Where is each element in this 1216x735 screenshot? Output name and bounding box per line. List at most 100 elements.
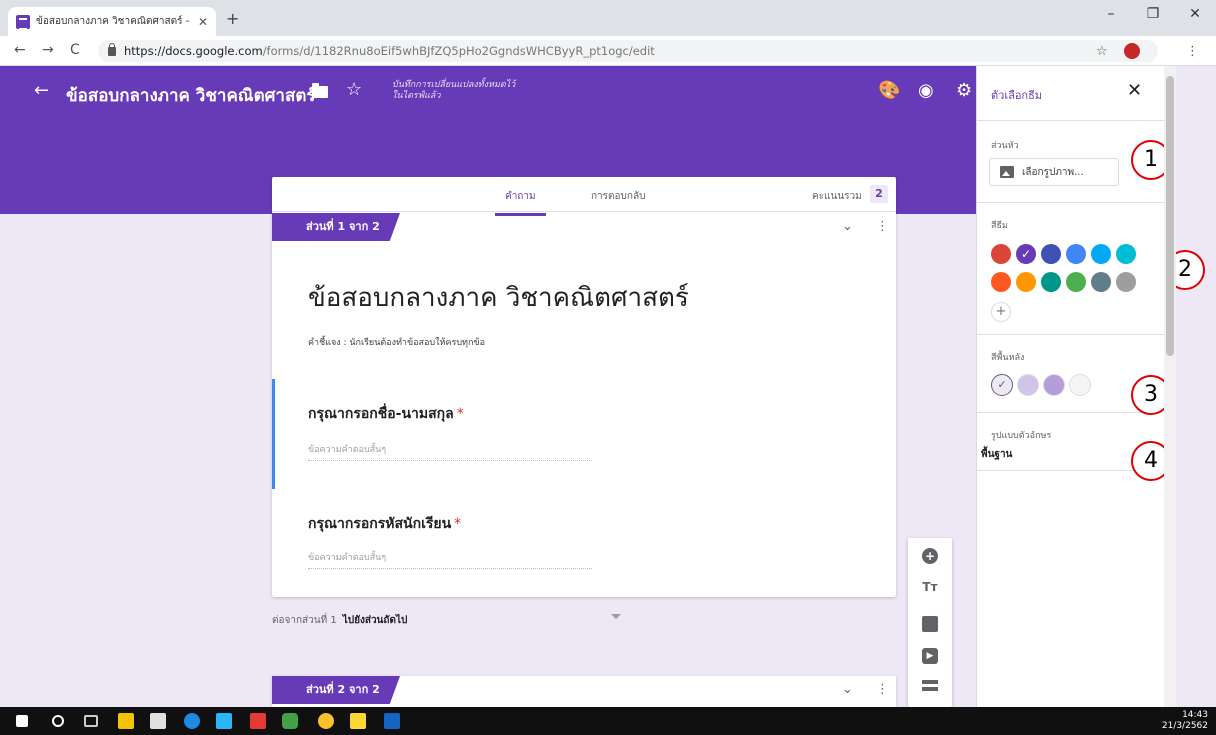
- folder-icon[interactable]: [312, 83, 328, 98]
- total-points-badge: 2: [870, 185, 888, 203]
- tab-responses[interactable]: การตอบกลับ: [591, 189, 645, 204]
- collapse-icon[interactable]: ⌄: [842, 682, 853, 697]
- restore-button[interactable]: ❐: [1138, 6, 1168, 22]
- add-section-icon[interactable]: [922, 680, 938, 691]
- dropdown-arrow-icon[interactable]: [611, 614, 621, 619]
- close-tab-icon[interactable]: ✕: [198, 15, 208, 29]
- close-icon[interactable]: ✕: [1127, 80, 1142, 101]
- form-title[interactable]: ข้อสอบกลางภาค วิชาคณิตศาสตร์: [308, 277, 689, 318]
- edge-icon[interactable]: [184, 713, 200, 729]
- back-icon[interactable]: ←: [34, 80, 49, 101]
- form-card: คำถาม การตอบกลับ คะแนนรวม 2 ส่วนที่ 1 จา…: [272, 177, 896, 597]
- store-icon[interactable]: [118, 713, 134, 729]
- add-question-icon[interactable]: +: [922, 548, 938, 564]
- star-icon[interactable]: ☆: [346, 79, 362, 100]
- total-points-label: คะแนนรวม: [812, 191, 862, 202]
- theme-color-label: สีธีม: [991, 221, 1008, 231]
- question-title[interactable]: กรุณากรอกชื่อ-นามสกุล *: [308, 403, 464, 425]
- theme-color-swatch[interactable]: [991, 244, 1011, 264]
- theme-color-swatch-selected[interactable]: ✓: [1016, 244, 1036, 264]
- system-clock[interactable]: 14:43 21/3/2562: [1162, 710, 1208, 732]
- url-field[interactable]: https://docs.google.com/forms/d/1182Rnu8…: [98, 40, 1158, 62]
- add-image-icon[interactable]: [922, 616, 938, 632]
- panel-title: ตัวเลือกธีม: [991, 89, 1043, 102]
- choose-image-button[interactable]: เลือกรูปภาพ...: [989, 158, 1119, 186]
- required-mark: *: [456, 406, 464, 422]
- question-title-text: กรุณากรอกชื่อ-นามสกุล: [308, 406, 454, 422]
- required-mark: *: [454, 516, 462, 532]
- add-video-icon[interactable]: ▶: [922, 648, 938, 664]
- minimize-button[interactable]: –: [1096, 6, 1126, 22]
- font-style-value[interactable]: พื้นฐาน: [981, 447, 1012, 462]
- explorer-icon[interactable]: [216, 713, 232, 729]
- browser-tab-title: ข้อสอบกลางภาค วิชาคณิตศาสตร์ - G: [36, 16, 192, 27]
- theme-color-swatch[interactable]: [991, 272, 1011, 292]
- background-swatch[interactable]: [1069, 374, 1091, 396]
- forward-arrow-icon[interactable]: →: [42, 42, 54, 58]
- short-answer-field: ข้อความคำตอบสั้นๆ: [308, 442, 592, 461]
- question-title[interactable]: กรุณากรอกรหัสนักเรียน *: [308, 513, 461, 535]
- background-swatch-selected[interactable]: ✓: [991, 374, 1013, 396]
- font-style-label: รูปแบบตัวอักษร: [991, 431, 1052, 441]
- app-icon[interactable]: [250, 713, 266, 729]
- add-title-icon[interactable]: Tт: [922, 580, 938, 596]
- theme-color-swatch[interactable]: [1041, 244, 1061, 264]
- close-window-button[interactable]: ✕: [1180, 6, 1210, 22]
- question-title-text: กรุณากรอกรหัสนักเรียน: [308, 516, 452, 532]
- search-icon[interactable]: [52, 715, 64, 727]
- page-scrollbar[interactable]: [1164, 66, 1176, 707]
- word-icon[interactable]: [384, 713, 400, 729]
- lock-icon: [108, 42, 116, 56]
- theme-color-swatch[interactable]: [1016, 272, 1036, 292]
- new-tab-button[interactable]: +: [226, 9, 239, 28]
- palette-icon[interactable]: 🎨: [878, 80, 900, 101]
- settings-gear-icon[interactable]: ⚙: [956, 80, 972, 101]
- theme-color-swatch[interactable]: [1041, 272, 1061, 292]
- section-2-card: ส่วนที่ 2 จาก 2 ⌄ ⋮: [272, 676, 896, 707]
- sticky-notes-icon[interactable]: [350, 713, 366, 729]
- url-path: /forms/d/1182Rnu8oEif5whBJfZQ5pHo2GgndsW…: [262, 44, 655, 58]
- task-view-icon[interactable]: [84, 715, 98, 727]
- theme-color-swatch[interactable]: [1116, 272, 1136, 292]
- reload-icon[interactable]: C: [70, 42, 80, 58]
- preview-eye-icon[interactable]: ◉: [918, 80, 934, 101]
- background-swatch[interactable]: [1017, 374, 1039, 396]
- browser-tab[interactable]: ข้อสอบกลางภาค วิชาคณิตศาสตร์ - G ✕: [8, 7, 216, 36]
- after-section-label: ต่อจากส่วนที่ 1: [272, 615, 337, 626]
- profile-avatar-icon[interactable]: [1124, 43, 1140, 59]
- collapse-icon[interactable]: ⌄: [842, 219, 853, 234]
- form-description[interactable]: คำชี้แจง : นักเรียนต้องทำข้อสอบให้ครบทุก…: [308, 335, 485, 349]
- mail-icon[interactable]: [150, 713, 166, 729]
- add-custom-color-button[interactable]: +: [991, 302, 1011, 322]
- background-swatch[interactable]: [1043, 374, 1065, 396]
- clock-date: 21/3/2562: [1161, 721, 1208, 731]
- browser-tab-bar: ข้อสอบกลางภาค วิชาคณิตศาสตร์ - G ✕ + – ❐…: [0, 0, 1216, 36]
- theme-color-swatch[interactable]: [1091, 272, 1111, 292]
- question-toolbar: + Tт ▶: [908, 538, 952, 707]
- section-more-icon[interactable]: ⋮: [876, 219, 889, 234]
- theme-color-swatch[interactable]: [1066, 272, 1086, 292]
- after-section-dropdown[interactable]: ไปยังส่วนถัดไป: [343, 615, 408, 626]
- line-icon[interactable]: [282, 713, 298, 729]
- back-arrow-icon[interactable]: ←: [14, 42, 26, 58]
- chrome-icon[interactable]: [318, 713, 334, 729]
- theme-color-swatch[interactable]: [1066, 244, 1086, 264]
- menu-dots-icon[interactable]: ⋮: [1186, 44, 1199, 59]
- scrollbar-thumb[interactable]: [1166, 76, 1174, 356]
- section-more-icon[interactable]: ⋮: [876, 682, 889, 697]
- start-windows-icon[interactable]: [16, 715, 28, 727]
- section-label: ส่วนที่ 1 จาก 2: [272, 213, 400, 241]
- tab-questions[interactable]: คำถาม: [495, 189, 546, 216]
- forms-favicon-icon: [16, 14, 30, 30]
- section-label: ส่วนที่ 2 จาก 2: [272, 676, 400, 704]
- url-domain: https://docs.google.com: [124, 44, 263, 58]
- theme-color-swatch[interactable]: [1091, 244, 1111, 264]
- divider: [977, 120, 1165, 121]
- background-color-label: สีพื้นหลัง: [991, 353, 1025, 363]
- active-question-indicator: [272, 379, 275, 489]
- bookmark-star-icon[interactable]: ☆: [1096, 44, 1108, 59]
- divider: [977, 202, 1165, 203]
- form-title-header[interactable]: ข้อสอบกลางภาค วิชาคณิตศาสตร์: [66, 82, 316, 109]
- short-answer-field: ข้อความคำตอบสั้นๆ: [308, 550, 592, 569]
- theme-color-swatch[interactable]: [1116, 244, 1136, 264]
